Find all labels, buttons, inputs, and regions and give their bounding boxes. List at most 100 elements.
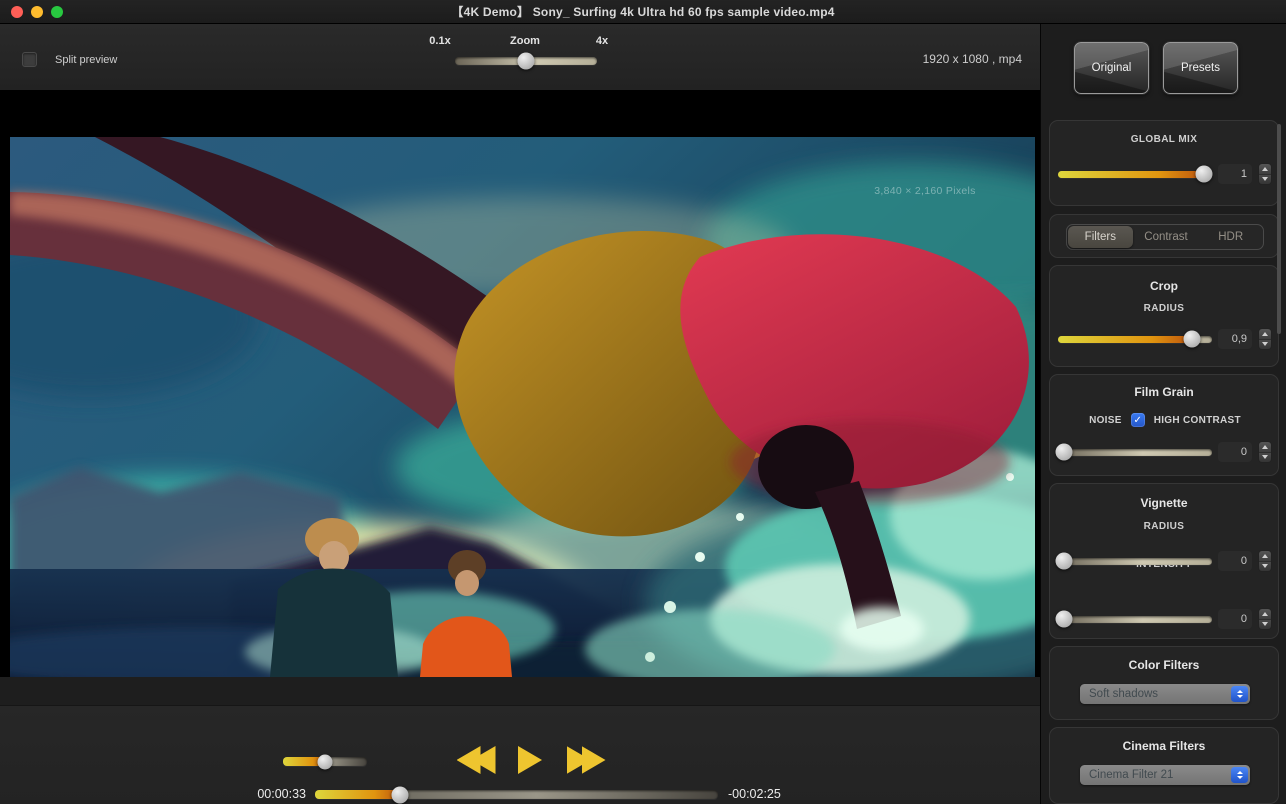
app-window: 【4K Demo】 Sony_ Surfing 4k Ultra hd 60 f… [0,0,1286,804]
color-filters-selected: Soft shadows [1080,688,1231,700]
cinema-filters-selected: Cinema Filter 21 [1080,769,1231,781]
top-toolbar: Split preview 0.1x Zoom 4x 1920 x 1080 ,… [0,24,1040,90]
global-mix-thumb[interactable] [1196,166,1213,183]
volume-track[interactable] [283,757,367,766]
transport-bar: 00:00:33 -00:02:25 [0,706,1040,804]
vignette-radius-value[interactable]: 0 [1218,551,1252,571]
global-mix-value[interactable]: 1 [1218,164,1252,184]
crop-card: Crop RADIUS 0,9 [1049,265,1279,367]
tab-hdr[interactable]: HDR [1198,225,1263,249]
current-time: 00:00:33 [250,787,306,801]
stepper-down-icon[interactable] [1259,561,1271,572]
tab-filters[interactable]: Filters [1068,226,1133,248]
filter-tabs-card: Filters Contrast HDR [1049,214,1279,258]
zoom-label: Zoom [495,35,555,47]
timeline-thumb[interactable] [391,786,408,803]
cinema-filters-dropdown[interactable]: Cinema Filter 21 [1080,765,1250,785]
vignette-intensity-slider[interactable] [1058,616,1212,623]
vignette-radius-label: RADIUS [1050,510,1278,532]
zoom-window-icon[interactable] [51,6,63,18]
timeline-slider[interactable] [315,790,718,799]
color-filters-dropdown[interactable]: Soft shadows [1080,684,1250,704]
crop-radius-thumb[interactable] [1183,331,1200,348]
noise-thumb[interactable] [1056,444,1073,461]
crop-radius-stepper[interactable] [1258,328,1272,350]
sidebar-scrollbar[interactable] [1277,124,1281,334]
dropdown-chevrons-icon [1231,686,1248,702]
zoom-slider[interactable] [455,57,597,65]
video-scene [10,137,1035,677]
stepper-down-icon[interactable] [1259,619,1271,630]
video-frame[interactable]: 3,840 × 2,160 Pixels [10,137,1035,677]
remaining-time: -00:02:25 [728,787,781,801]
video-info-text: 1920 x 1080 , mp4 [923,52,1022,66]
vignette-radius-thumb[interactable] [1056,553,1073,570]
stepper-up-icon[interactable] [1259,551,1271,561]
rewind-button[interactable] [450,742,502,778]
cinema-filters-title: Cinema Filters [1050,728,1278,753]
dropdown-chevrons-icon [1231,767,1248,783]
split-preview-checkbox[interactable] [22,52,37,67]
close-window-icon[interactable] [11,6,23,18]
vignette-intensity-value[interactable]: 0 [1218,609,1252,629]
stepper-up-icon[interactable] [1259,442,1271,452]
vignette-radius-slider[interactable] [1058,558,1212,565]
timeline-fill [315,790,400,799]
noise-stepper[interactable] [1258,441,1272,463]
global-mix-stepper[interactable] [1258,163,1272,185]
minimize-window-icon[interactable] [31,6,43,18]
crop-radius-value[interactable]: 0,9 [1218,329,1252,349]
film-grain-title: Film Grain [1050,375,1278,399]
zoom-slider-thumb[interactable] [518,53,535,70]
stepper-down-icon[interactable] [1259,339,1271,350]
vignette-title: Vignette [1050,484,1278,510]
zoom-max-label: 4x [585,35,619,47]
timeline-track[interactable] [315,790,718,799]
global-mix-slider[interactable] [1058,171,1212,178]
filter-tabs: Filters Contrast HDR [1066,224,1264,250]
stepper-up-icon[interactable] [1259,329,1271,339]
crop-radius-slider[interactable] [1058,336,1212,343]
original-button[interactable]: Original [1074,42,1149,94]
video-preview-area: 3,840 × 2,160 Pixels [0,90,1040,677]
presets-button[interactable]: Presets [1163,42,1238,94]
stepper-up-icon[interactable] [1259,609,1271,619]
zoom-min-label: 0.1x [420,35,460,47]
stepper-down-icon[interactable] [1259,452,1271,463]
play-button[interactable] [510,742,550,778]
crop-title: Crop [1050,266,1278,293]
cinema-filters-card: Cinema Filters Cinema Filter 21 [1049,727,1279,804]
high-contrast-label: HIGH CONTRAST [1154,415,1241,426]
fast-forward-button[interactable] [560,742,612,778]
global-mix-title: GLOBAL MIX [1050,121,1278,145]
volume-thumb[interactable] [318,754,333,769]
original-button-label: Original [1092,62,1132,74]
fast-forward-icon [582,746,606,774]
film-grain-card: Film Grain NOISE ✓ HIGH CONTRAST 0 [1049,374,1279,476]
volume-slider[interactable] [283,757,367,766]
vignette-radius-stepper[interactable] [1258,550,1272,572]
noise-slider[interactable] [1058,449,1212,456]
play-icon [518,746,542,774]
preview-footer-strip [0,677,1040,706]
resolution-watermark: 3,840 × 2,160 Pixels [830,185,1020,197]
check-icon: ✓ [1133,415,1141,426]
window-title: 【4K Demo】 Sony_ Surfing 4k Ultra hd 60 f… [451,3,834,20]
presets-button-label: Presets [1181,62,1220,74]
global-mix-fill [1058,171,1204,178]
stepper-up-icon[interactable] [1259,164,1271,174]
stepper-down-icon[interactable] [1259,174,1271,185]
noise-label: NOISE [1089,415,1122,426]
vignette-intensity-thumb[interactable] [1056,611,1073,628]
crop-radius-label: RADIUS [1050,293,1278,314]
global-mix-card: GLOBAL MIX 1 [1049,120,1279,206]
noise-value[interactable]: 0 [1218,442,1252,462]
vignette-card: Vignette RADIUS 0 INTENSITY 0 [1049,483,1279,639]
high-contrast-checkbox[interactable]: ✓ [1131,413,1145,427]
color-filters-card: Color Filters Soft shadows [1049,646,1279,720]
tab-contrast[interactable]: Contrast [1134,225,1199,249]
traffic-lights [11,6,63,18]
zoom-slider-track[interactable] [455,57,597,65]
vignette-intensity-stepper[interactable] [1258,608,1272,630]
title-bar[interactable]: 【4K Demo】 Sony_ Surfing 4k Ultra hd 60 f… [0,0,1286,24]
